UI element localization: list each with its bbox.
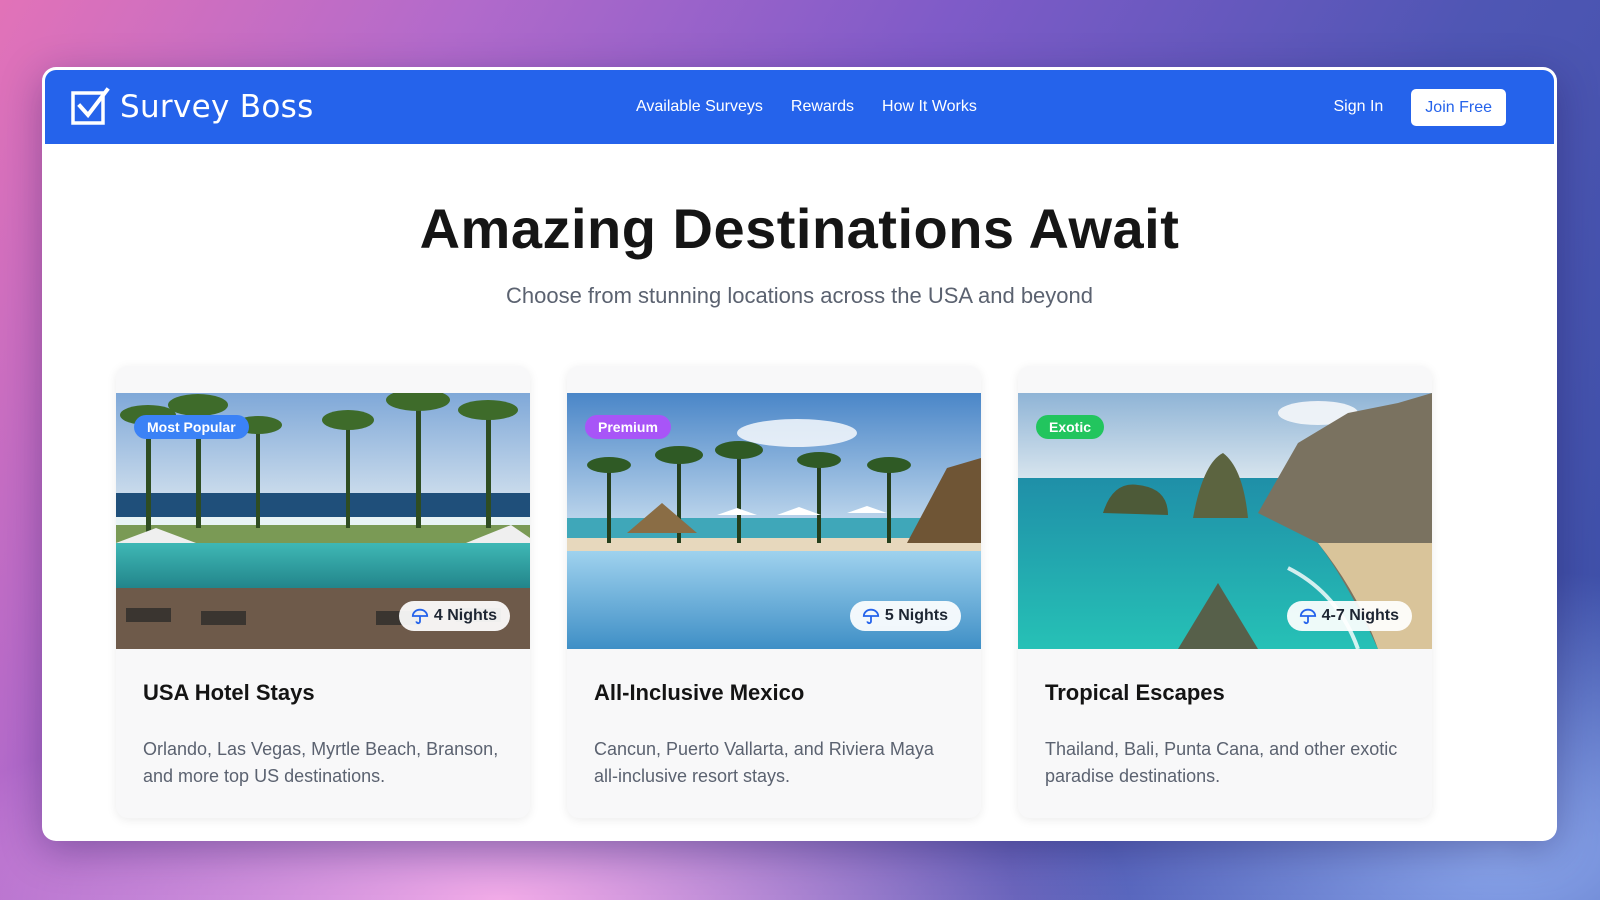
nights-pill: 5 Nights xyxy=(849,601,961,631)
tropical-cliff-image: Exotic 4-7 Nights xyxy=(1018,393,1432,649)
umbrella-icon xyxy=(862,608,879,625)
nav-how-it-works[interactable]: How It Works xyxy=(882,98,977,116)
badge-most-popular: Most Popular xyxy=(134,415,249,439)
resort-pool-image: Most Popular 4 Nights xyxy=(116,393,530,649)
nights-label: 4 Nights xyxy=(433,607,497,624)
main-nav: Available Surveys Rewards How It Works xyxy=(636,70,977,144)
card-title: Tropical Escapes xyxy=(1045,680,1225,705)
umbrella-icon xyxy=(1299,608,1316,625)
brand-name: Survey Boss xyxy=(120,89,314,125)
nights-pill: 4-7 Nights xyxy=(1286,601,1412,631)
nights-pill: 4 Nights xyxy=(398,601,510,631)
browser-window: Survey Boss Available Surveys Rewards Ho… xyxy=(42,67,1557,841)
page-subtitle: Choose from stunning locations across th… xyxy=(505,283,1094,308)
card-description: Thailand, Bali, Punta Cana, and other ex… xyxy=(1045,739,1398,786)
nav-available-surveys[interactable]: Available Surveys xyxy=(636,98,763,116)
card-description: Orlando, Las Vegas, Myrtle Beach, Branso… xyxy=(143,739,499,786)
navbar: Survey Boss Available Surveys Rewards Ho… xyxy=(45,70,1554,144)
join-free-button[interactable]: Join Free xyxy=(1411,88,1506,126)
hero-section: Amazing Destinations Await Choose from s… xyxy=(45,144,1554,309)
sign-in-link[interactable]: Sign In xyxy=(1333,98,1383,116)
auth-actions: Sign In Join Free xyxy=(1333,70,1506,144)
destination-card-usa[interactable]: Most Popular 4 Nights USA Hotel Stays Or… xyxy=(116,366,530,818)
umbrella-icon xyxy=(411,608,428,625)
destination-card-mexico[interactable]: Premium 5 Nights All-Inclusive Mexico Ca… xyxy=(567,366,981,818)
card-title: USA Hotel Stays xyxy=(143,680,315,705)
destination-cards: Most Popular 4 Nights USA Hotel Stays Or… xyxy=(116,366,1432,818)
checkbox-logo-icon xyxy=(71,87,110,125)
nights-label: 5 Nights xyxy=(884,607,948,624)
page-title: Amazing Destinations Await xyxy=(419,197,1180,260)
badge-exotic: Exotic xyxy=(1036,415,1105,439)
destination-card-tropical[interactable]: Exotic 4-7 Nights Tropical Escapes Thail… xyxy=(1018,366,1432,818)
nav-rewards[interactable]: Rewards xyxy=(791,98,854,116)
card-title: All-Inclusive Mexico xyxy=(594,680,805,705)
logo[interactable]: Survey Boss xyxy=(70,87,314,127)
nights-label: 4-7 Nights xyxy=(1321,607,1399,624)
card-description: Cancun, Puerto Vallarta, and Riviera May… xyxy=(594,739,934,786)
badge-premium: Premium xyxy=(585,415,671,439)
infinity-pool-image: Premium 5 Nights xyxy=(567,393,981,649)
